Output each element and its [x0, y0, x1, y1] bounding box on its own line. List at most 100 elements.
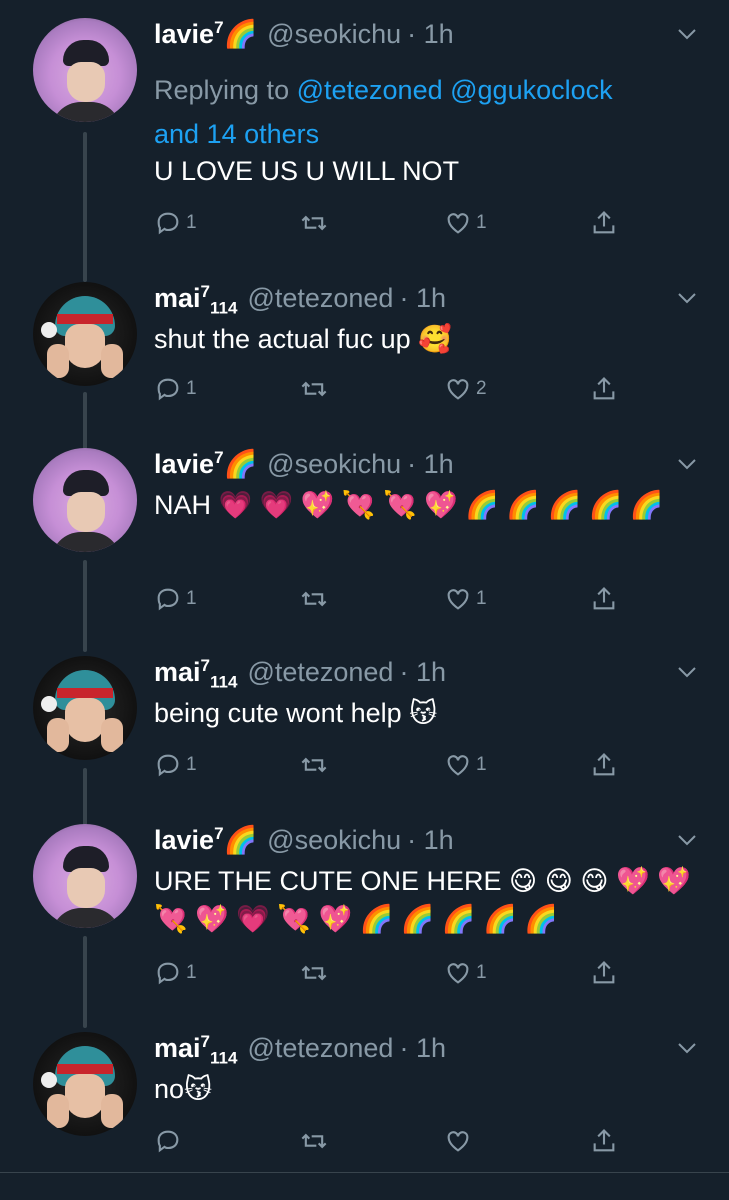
- tweet[interactable]: mai7114 @tetezoned · 1h no😽: [0, 1032, 729, 1172]
- mention-link[interactable]: @ggukoclock: [450, 75, 613, 105]
- tweet[interactable]: mai7114 @tetezoned · 1h being cute wont …: [0, 656, 729, 796]
- mention-link[interactable]: @tetezoned: [297, 75, 443, 105]
- user-handle[interactable]: @tetezoned: [247, 283, 393, 314]
- share-icon: [593, 1129, 615, 1152]
- timestamp[interactable]: · 1h: [399, 283, 446, 314]
- reply-icon: [157, 962, 179, 985]
- timestamp[interactable]: · 1h: [399, 1033, 446, 1064]
- retweet-button[interactable]: [300, 206, 332, 240]
- tweet-header: lavie7🌈 @seokichu · 1h: [154, 824, 454, 864]
- retweet-button[interactable]: [300, 582, 332, 616]
- chevron-down-icon[interactable]: [675, 660, 699, 684]
- retweet-icon: [301, 965, 327, 981]
- timestamp[interactable]: · 1h: [407, 449, 454, 480]
- tweet-actions: 1 1: [154, 206, 624, 240]
- user-handle[interactable]: @seokichu: [267, 19, 401, 50]
- display-name[interactable]: mai7114: [154, 1032, 237, 1068]
- heart-icon: [447, 1131, 469, 1152]
- share-button[interactable]: [590, 748, 618, 782]
- display-name[interactable]: lavie7🌈: [154, 18, 257, 50]
- heart-icon: [447, 589, 469, 610]
- retweet-button[interactable]: [300, 1124, 332, 1158]
- like-button[interactable]: [444, 1124, 476, 1158]
- reply-icon: [157, 754, 179, 777]
- tweet-header: mai7114 @tetezoned · 1h: [154, 282, 446, 322]
- divider: [0, 1172, 729, 1173]
- avatar[interactable]: [33, 448, 137, 552]
- rainbow-badge-emoji: 🌈: [223, 449, 258, 479]
- user-handle[interactable]: @seokichu: [267, 825, 401, 856]
- like-count: 1: [476, 754, 487, 775]
- reply-count: 1: [186, 754, 197, 775]
- like-button[interactable]: 1: [444, 956, 487, 990]
- tweet-text: URE THE CUTE ONE HERE 😋 😋 😋 💖 💖 💘 💖 💗 💘 …: [154, 866, 691, 934]
- like-count: 2: [476, 378, 487, 399]
- share-button[interactable]: [590, 582, 618, 616]
- tweet[interactable]: lavie7🌈 @seokichu · 1h URE THE CUTE ONE …: [0, 824, 729, 1004]
- rainbow-badge-emoji: 🌈: [223, 825, 258, 855]
- timestamp[interactable]: · 1h: [407, 825, 454, 856]
- retweet-button[interactable]: [300, 956, 332, 990]
- chevron-down-icon[interactable]: [675, 286, 699, 310]
- tweet-text: NAH 💗 💗 💖 💘 💘 💖 🌈 🌈 🌈 🌈 🌈: [154, 490, 664, 520]
- avatar[interactable]: [33, 18, 137, 122]
- like-button[interactable]: 2: [444, 372, 487, 406]
- rainbow-badge-emoji: 🌈: [223, 19, 258, 49]
- like-button[interactable]: 1: [444, 748, 487, 782]
- tweet-text: U LOVE US U WILL NOT: [154, 156, 460, 186]
- reply-button[interactable]: 1: [154, 206, 197, 240]
- tweet[interactable]: mai7114 @tetezoned · 1h shut the actual …: [0, 282, 729, 422]
- reply-button[interactable]: 1: [154, 372, 197, 406]
- display-name[interactable]: mai7114: [154, 656, 237, 692]
- chevron-down-icon[interactable]: [675, 1036, 699, 1060]
- tweet-actions: 1 1: [154, 582, 624, 616]
- others-link[interactable]: and 14 others: [154, 119, 319, 149]
- heart-icon: [447, 379, 469, 400]
- share-button[interactable]: [590, 206, 618, 240]
- like-button[interactable]: 1: [444, 206, 487, 240]
- share-button[interactable]: [590, 1124, 618, 1158]
- avatar[interactable]: [33, 656, 137, 760]
- timestamp[interactable]: · 1h: [399, 657, 446, 688]
- reply-button[interactable]: 1: [154, 956, 197, 990]
- avatar[interactable]: [33, 824, 137, 928]
- like-count: 1: [476, 588, 487, 609]
- like-count: 1: [476, 212, 487, 233]
- tweet-actions: 1 2: [154, 372, 624, 406]
- retweet-button[interactable]: [300, 748, 332, 782]
- reply-icon: [157, 212, 179, 235]
- share-icon: [593, 377, 615, 400]
- user-handle[interactable]: @tetezoned: [247, 1033, 393, 1064]
- timestamp[interactable]: · 1h: [407, 19, 454, 50]
- like-button[interactable]: 1: [444, 582, 487, 616]
- share-button[interactable]: [590, 372, 618, 406]
- reply-count: 1: [186, 588, 197, 609]
- share-button[interactable]: [590, 956, 618, 990]
- retweet-icon: [301, 381, 327, 397]
- retweet-button[interactable]: [300, 372, 332, 406]
- tweet-header: mai7114 @tetezoned · 1h: [154, 1032, 446, 1072]
- like-count: 1: [476, 962, 487, 983]
- reply-icon: [157, 378, 179, 401]
- avatar[interactable]: [33, 282, 137, 386]
- tweet-actions: 1 1: [154, 748, 624, 782]
- user-handle[interactable]: @tetezoned: [247, 657, 393, 688]
- reply-count: 1: [186, 378, 197, 399]
- tweet[interactable]: lavie7🌈 @seokichu · 1h Replying to @tete…: [0, 18, 729, 258]
- reply-button[interactable]: 1: [154, 582, 197, 616]
- tweet-header: mai7114 @tetezoned · 1h: [154, 656, 446, 696]
- chevron-down-icon[interactable]: [675, 828, 699, 852]
- heart-icon: [447, 963, 469, 984]
- reply-button[interactable]: 1: [154, 748, 197, 782]
- display-name[interactable]: lavie7🌈: [154, 448, 257, 480]
- display-name[interactable]: mai7114: [154, 282, 237, 318]
- tweet[interactable]: lavie7🌈 @seokichu · 1h NAH 💗 💗 💖 💘 💘 💖 🌈…: [0, 448, 729, 628]
- display-name[interactable]: lavie7🌈: [154, 824, 257, 856]
- tweet-text: no😽: [154, 1074, 213, 1104]
- chevron-down-icon[interactable]: [675, 452, 699, 476]
- reply-button[interactable]: [154, 1124, 186, 1158]
- avatar[interactable]: [33, 1032, 137, 1136]
- user-handle[interactable]: @seokichu: [267, 449, 401, 480]
- reply-icon: [157, 588, 179, 611]
- chevron-down-icon[interactable]: [675, 22, 699, 46]
